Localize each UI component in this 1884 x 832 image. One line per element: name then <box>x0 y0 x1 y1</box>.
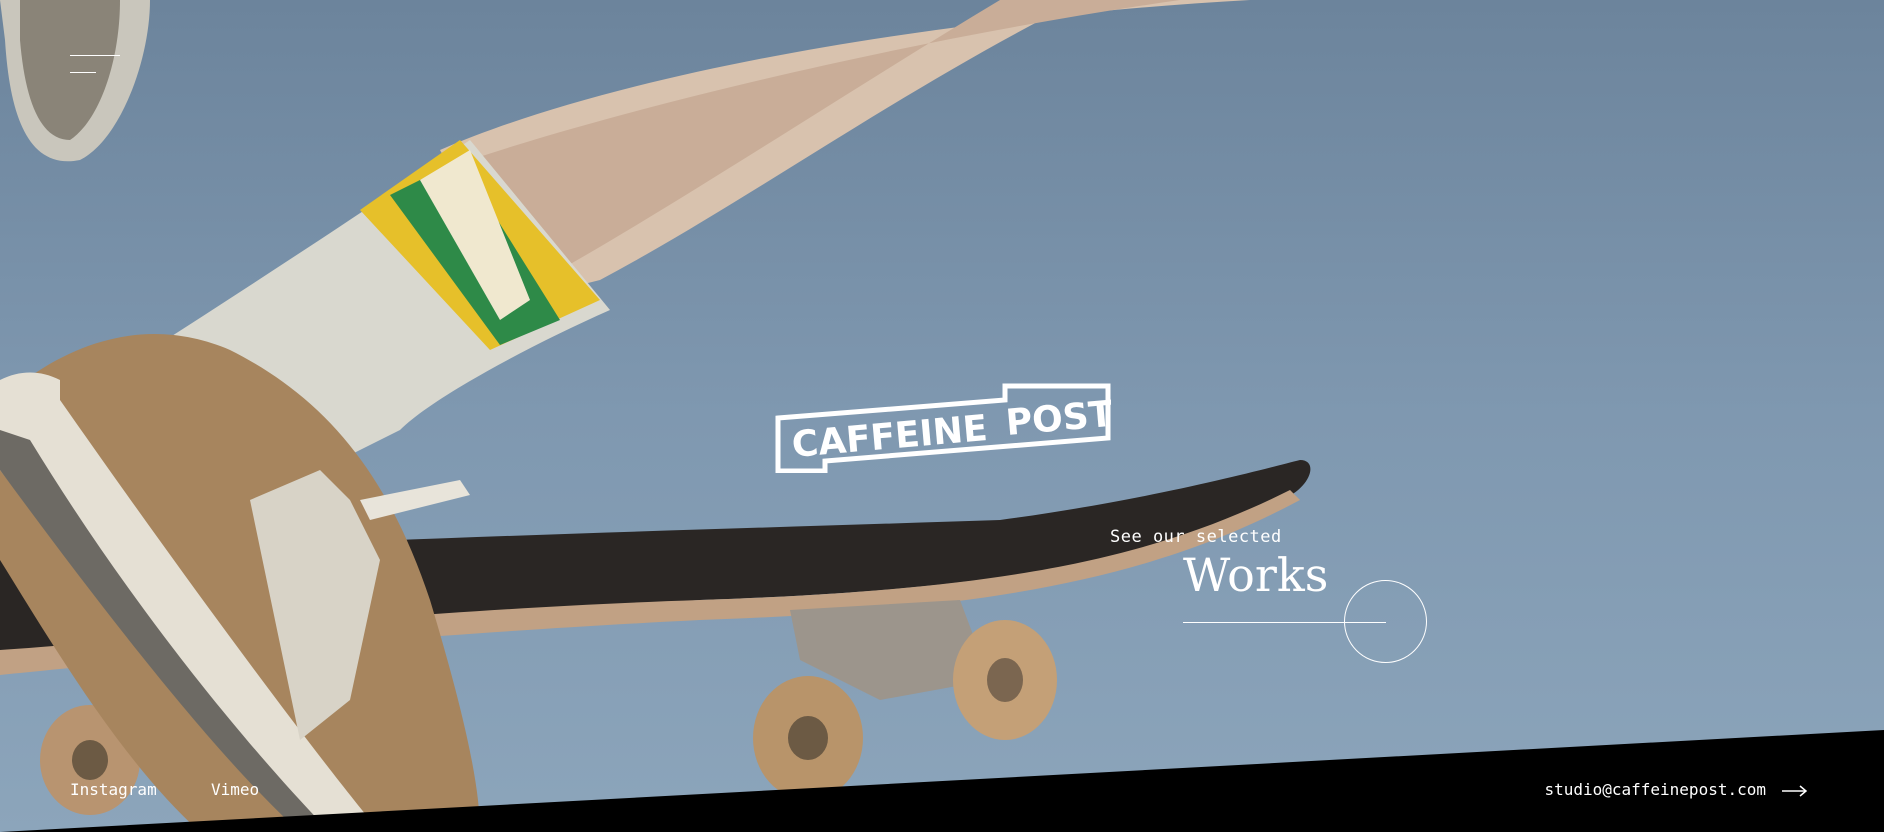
cta-kicker: See our selected <box>1110 527 1282 547</box>
vimeo-link[interactable]: Vimeo <box>211 780 259 799</box>
hamburger-menu-icon[interactable] <box>70 52 122 76</box>
instagram-link[interactable]: Instagram <box>70 780 157 799</box>
menu-bar-top <box>70 55 120 56</box>
arrow-right-icon[interactable] <box>1782 784 1808 798</box>
selected-works-cta[interactable]: See our selected Works <box>1110 525 1440 675</box>
cta-title[interactable]: Works <box>1183 550 1328 601</box>
hero-section: CAFFEINE POST See our selected Works Ins… <box>0 0 1884 832</box>
caffeine-post-logo[interactable]: CAFFEINE POST <box>775 383 1111 473</box>
menu-bar-bottom <box>70 72 96 73</box>
email-link[interactable]: studio@caffeinepost.com <box>1544 780 1766 799</box>
cta-circle-icon[interactable] <box>1344 580 1427 663</box>
logo-text-right: POST <box>1004 394 1111 444</box>
